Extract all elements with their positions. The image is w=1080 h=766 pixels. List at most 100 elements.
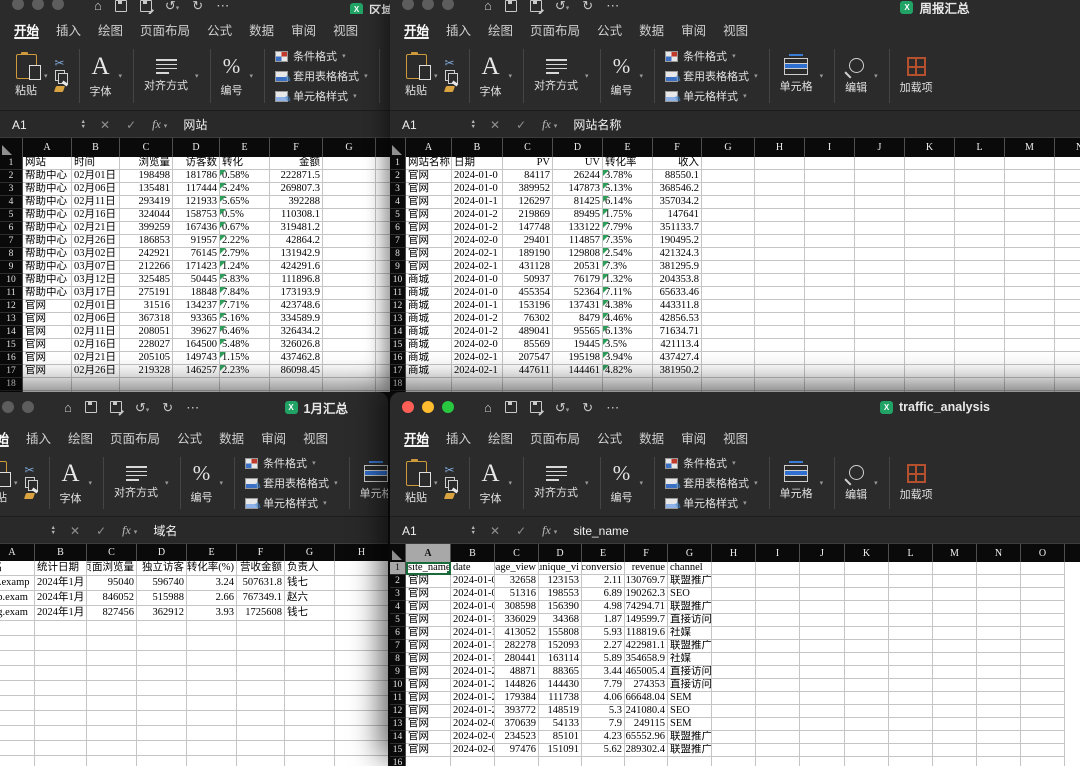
cell-M16[interactable] — [933, 757, 977, 766]
row-header-2[interactable]: 2 — [390, 170, 406, 183]
cell-K11[interactable] — [905, 287, 955, 300]
row-header-15[interactable]: 15 — [390, 744, 406, 757]
cell-J3[interactable] — [800, 588, 845, 601]
cell-E11[interactable]: 4.06 — [582, 692, 625, 705]
cell-N18[interactable] — [1055, 378, 1080, 391]
cell-H11[interactable] — [335, 711, 388, 726]
cell-F3[interactable]: 269807.3 — [270, 183, 323, 196]
row-header-7[interactable]: 7 — [0, 235, 23, 248]
cell-N12[interactable] — [977, 705, 1021, 718]
number-button[interactable]: % 编号 — [611, 461, 633, 505]
cell-C4[interactable]: 293419 — [120, 196, 173, 209]
cell-K13[interactable] — [905, 313, 955, 326]
cell-H14[interactable] — [712, 731, 756, 744]
cell-D3[interactable]: 198553 — [539, 588, 582, 601]
cell-H17[interactable] — [755, 365, 805, 378]
cell-M16[interactable] — [1005, 352, 1055, 365]
row-header-2[interactable]: 2 — [390, 575, 406, 588]
row-header-5[interactable]: 5 — [390, 614, 406, 627]
cell-L16[interactable] — [889, 757, 933, 766]
column-header-J[interactable]: J — [800, 544, 845, 562]
tab-formulas[interactable]: 公式 — [177, 428, 202, 450]
name-box-spinner-icon[interactable]: ▲▼ — [471, 526, 476, 534]
cell-D10[interactable] — [137, 696, 187, 711]
row-header-11[interactable]: 11 — [390, 692, 406, 705]
tab-home[interactable]: 开始 — [0, 428, 9, 450]
cell-F9[interactable]: 424291.6 — [270, 261, 323, 274]
fill-handle[interactable] — [447, 571, 451, 575]
cell-F13[interactable]: 249115 — [625, 718, 668, 731]
cell-K9[interactable] — [905, 261, 955, 274]
cell-F8[interactable]: 131942.9 — [270, 248, 323, 261]
cell-J14[interactable] — [800, 731, 845, 744]
row-header-1[interactable]: 1 — [390, 157, 406, 170]
cell-M8[interactable] — [1005, 248, 1055, 261]
cell-G1[interactable] — [323, 157, 376, 170]
cell-A15[interactable]: 官网 — [406, 744, 451, 757]
cell-K7[interactable] — [845, 640, 889, 653]
cell-I7[interactable] — [805, 235, 855, 248]
column-header-L[interactable]: L — [889, 544, 933, 562]
cell-M13[interactable] — [1005, 313, 1055, 326]
cell-B4[interactable]: 2024年1月 — [35, 606, 87, 621]
cell-G14[interactable]: 联盟推广 — [668, 731, 712, 744]
cell-I7[interactable] — [756, 640, 800, 653]
cell-N15[interactable] — [1055, 339, 1080, 352]
cell-E13[interactable]: 7.9 — [582, 718, 625, 731]
cell-E4[interactable]: 3.93 — [187, 606, 237, 621]
column-header-I[interactable]: I — [756, 544, 800, 562]
cell-D12[interactable]: 137431 — [553, 300, 603, 313]
column-header-A[interactable]: A — [406, 138, 452, 157]
cell-I13[interactable] — [805, 313, 855, 326]
cell-L5[interactable] — [889, 614, 933, 627]
cell-G6[interactable] — [702, 222, 755, 235]
cell-I14[interactable] — [756, 731, 800, 744]
cell-F7[interactable]: 422981.1 — [625, 640, 668, 653]
cell-F6[interactable] — [237, 636, 285, 651]
cell-E13[interactable] — [187, 741, 237, 756]
cell-styles-button[interactable]: 单元格样式 ▾ — [275, 88, 368, 104]
cell-D8[interactable] — [137, 666, 187, 681]
column-header-G[interactable]: G — [323, 138, 376, 157]
insert-function-icon[interactable]: fx ▾ — [542, 523, 557, 538]
cell-G17[interactable] — [702, 365, 755, 378]
cell-L16[interactable] — [955, 352, 1005, 365]
cell-A6[interactable]: 帮助中心 — [23, 222, 72, 235]
cell-G15[interactable] — [323, 339, 376, 352]
cell-B6[interactable]: 2024-01-2 — [452, 222, 503, 235]
cell-A17[interactable]: 商城 — [406, 365, 452, 378]
cell-N15[interactable] — [977, 744, 1021, 757]
cell-I8[interactable] — [756, 653, 800, 666]
cell-G5[interactable] — [702, 209, 755, 222]
cell-K4[interactable] — [845, 601, 889, 614]
cell-C17[interactable]: 447611 — [503, 365, 553, 378]
cell-G8[interactable]: 社媒 — [668, 653, 712, 666]
number-button[interactable]: % 编号 — [191, 461, 213, 505]
row-header-14[interactable]: 14 — [390, 326, 406, 339]
cell-M5[interactable] — [1005, 209, 1055, 222]
cell-L5[interactable] — [955, 209, 1005, 222]
cell-M7[interactable] — [1005, 235, 1055, 248]
tab-review[interactable]: 审阅 — [681, 428, 706, 450]
cell-B3[interactable]: 02月06日 — [72, 183, 120, 196]
tab-data[interactable]: 数据 — [639, 20, 664, 42]
cell-B5[interactable]: 2024-01-1 — [451, 614, 495, 627]
cell-I4[interactable] — [805, 196, 855, 209]
cell-C10[interactable] — [87, 696, 137, 711]
cell-A10[interactable]: 官网 — [406, 679, 451, 692]
cell-G13[interactable] — [702, 313, 755, 326]
cell-I12[interactable] — [756, 705, 800, 718]
cell-O10[interactable] — [1021, 679, 1065, 692]
alignment-button[interactable]: 对齐方式 — [144, 59, 188, 93]
cell-D7[interactable] — [137, 651, 187, 666]
row-header-14[interactable]: 14 — [0, 326, 23, 339]
cell-E4[interactable]: 5.65% — [220, 196, 270, 209]
cell-I15[interactable] — [805, 339, 855, 352]
cell-F11[interactable] — [237, 711, 285, 726]
cell-A16[interactable]: 官网 — [23, 352, 72, 365]
cell-B7[interactable]: 2024-02-0 — [452, 235, 503, 248]
cell-A12[interactable]: 商城 — [406, 300, 452, 313]
cell-I2[interactable] — [756, 575, 800, 588]
cell-E11[interactable]: 7.11% — [603, 287, 653, 300]
cell-B12[interactable] — [35, 726, 87, 741]
